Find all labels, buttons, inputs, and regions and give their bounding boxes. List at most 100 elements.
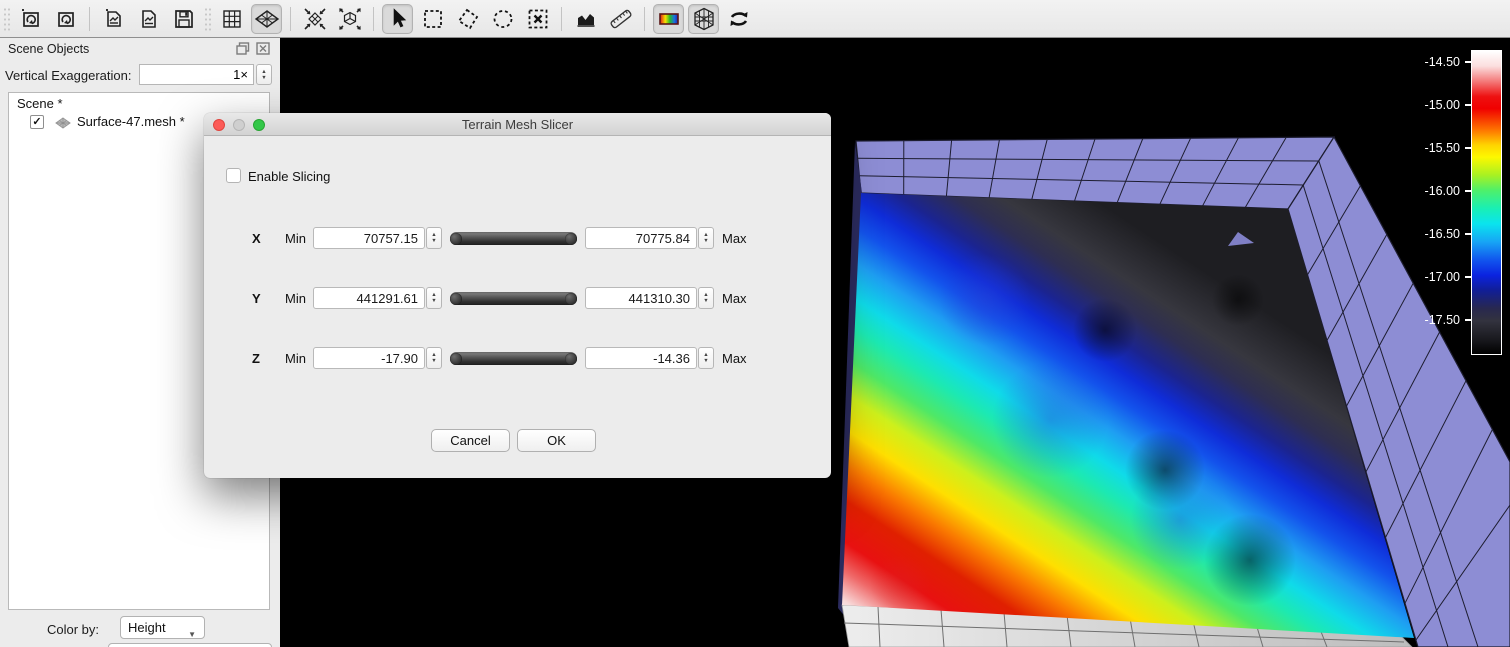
vertical-exaggeration-input[interactable] [139, 64, 254, 85]
dialog-titlebar[interactable]: Terrain Mesh Slicer [204, 113, 831, 136]
toolbar-separator [89, 7, 90, 31]
colorbar-tick: -17.00 [1425, 269, 1472, 285]
tick-mark [1465, 319, 1472, 321]
rotate-button[interactable] [723, 4, 754, 34]
toolbar [0, 0, 1510, 38]
ruler-icon [608, 6, 634, 32]
spin-down-icon: ▼ [431, 238, 436, 244]
grid-3d-button[interactable] [688, 4, 719, 34]
toolbar-separator [373, 7, 374, 31]
select-polygon-icon [456, 7, 480, 31]
y-min-input[interactable] [313, 287, 425, 309]
import-mesh-new-button[interactable] [98, 4, 129, 34]
color-by-dropdown[interactable]: Height ▼ [120, 616, 205, 639]
slider-handle-min[interactable] [450, 233, 462, 245]
min-label-y: Min [285, 291, 306, 306]
y-min-stepper[interactable]: ▲▼ [426, 287, 442, 309]
y-max-stepper[interactable]: ▲▼ [698, 287, 714, 309]
axis-label-z: Z [252, 351, 272, 366]
cursor-button[interactable] [382, 4, 413, 34]
enable-slicing-checkbox[interactable] [226, 168, 241, 183]
visibility-checkbox[interactable]: ✓ [30, 115, 44, 129]
cursor-icon [387, 7, 409, 31]
max-label-z: Max [722, 351, 747, 366]
histogram-icon [574, 7, 598, 31]
clear-selection-button[interactable] [522, 4, 553, 34]
cancel-button[interactable]: Cancel [431, 429, 510, 452]
tick-mark [1465, 61, 1472, 63]
z-range-slider[interactable] [450, 352, 577, 365]
spin-down-icon: ▼ [703, 358, 708, 364]
vertical-exaggeration-label: Vertical Exaggeration: [5, 68, 131, 83]
colorbar-tick: -16.00 [1425, 183, 1472, 199]
tick-mark [1465, 233, 1472, 235]
rotate-icon [726, 6, 752, 32]
min-label-z: Min [285, 351, 306, 366]
scene-root-node[interactable]: Scene * [17, 96, 63, 111]
slider-handle-max[interactable] [565, 353, 577, 365]
y-range-slider[interactable] [450, 292, 577, 305]
save-icon [172, 7, 196, 31]
cube-extents-button[interactable] [334, 4, 365, 34]
axis-label-x: X [252, 231, 272, 246]
ruler-button[interactable] [605, 4, 636, 34]
colorbar-tick: -15.00 [1425, 97, 1472, 113]
x-max-input[interactable] [585, 227, 697, 249]
tick-mark [1465, 147, 1472, 149]
open-project-button[interactable] [50, 4, 81, 34]
select-lasso-button[interactable] [487, 4, 518, 34]
toolbar-grip[interactable] [3, 7, 10, 31]
colormap-selector-partial[interactable] [108, 643, 272, 647]
min-label-x: Min [285, 231, 306, 246]
mesh-icon [55, 117, 71, 129]
select-rect-button[interactable] [417, 4, 448, 34]
slider-handle-min[interactable] [450, 293, 462, 305]
x-min-stepper[interactable]: ▲▼ [426, 227, 442, 249]
colorbar-tick: -14.50 [1425, 54, 1472, 70]
colormap-button[interactable] [653, 4, 684, 34]
float-panel-icon[interactable] [236, 42, 250, 55]
colorbar-tick: -17.50 [1425, 312, 1472, 328]
grid-3d-icon [691, 6, 717, 32]
tick-mark [1465, 104, 1472, 106]
toolbar-separator [290, 7, 291, 31]
close-panel-icon[interactable] [256, 42, 270, 55]
import-mesh-button[interactable] [133, 4, 164, 34]
panel-header: Scene Objects [0, 38, 280, 60]
x-max-stepper[interactable]: ▲▼ [698, 227, 714, 249]
chevron-down-icon: ▼ [188, 624, 196, 645]
tick-mark [1465, 190, 1472, 192]
ok-button[interactable]: OK [517, 429, 596, 452]
toolbar-grip[interactable] [204, 7, 211, 31]
z-min-input[interactable] [313, 347, 425, 369]
x-range-slider[interactable] [450, 232, 577, 245]
save-button[interactable] [168, 4, 199, 34]
slider-handle-max[interactable] [565, 293, 577, 305]
z-max-input[interactable] [585, 347, 697, 369]
mesh-flat-icon [254, 7, 280, 31]
mesh-flat-button[interactable] [251, 4, 282, 34]
histogram-button[interactable] [570, 4, 601, 34]
spin-down-icon: ▼ [703, 238, 708, 244]
new-project-button[interactable] [15, 4, 46, 34]
vertical-exaggeration-stepper[interactable]: ▲ ▼ [256, 64, 272, 85]
z-max-stepper[interactable]: ▲▼ [698, 347, 714, 369]
panel-title: Scene Objects [8, 42, 89, 56]
select-lasso-icon [491, 7, 515, 31]
fit-view-button[interactable] [299, 4, 330, 34]
x-min-input[interactable] [313, 227, 425, 249]
import-mesh-new-icon [102, 7, 126, 31]
y-max-input[interactable] [585, 287, 697, 309]
z-min-stepper[interactable]: ▲▼ [426, 347, 442, 369]
slider-handle-min[interactable] [450, 353, 462, 365]
select-rect-icon [421, 7, 445, 31]
check-icon: ✓ [32, 116, 41, 128]
colorbar [1471, 50, 1502, 355]
grid-table-icon [220, 7, 244, 31]
color-by-value: Height [128, 620, 166, 635]
select-polygon-button[interactable] [452, 4, 483, 34]
grid-table-button[interactable] [216, 4, 247, 34]
slider-handle-max[interactable] [565, 233, 577, 245]
spin-down-icon[interactable]: ▼ [261, 75, 266, 81]
colorbar-tick: -16.50 [1425, 226, 1472, 242]
